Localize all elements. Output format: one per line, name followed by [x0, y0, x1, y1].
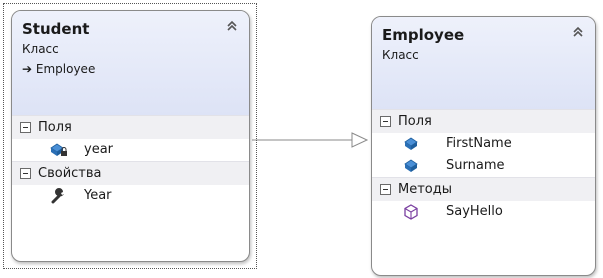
- inheritance-label: ➔ Employee: [22, 61, 249, 77]
- member-field[interactable]: FirstName: [372, 133, 595, 155]
- section-fields[interactable]: Поля: [372, 109, 595, 133]
- section-label: Свойства: [38, 166, 102, 181]
- member-name: Year: [84, 188, 112, 203]
- method-cube-icon: [404, 204, 418, 220]
- field-private-icon: [50, 143, 67, 156]
- arrow-right-icon: ➔: [22, 62, 33, 76]
- collapse-section-icon[interactable]: [20, 168, 31, 179]
- base-class-name: Employee: [35, 62, 96, 76]
- class-name: Student: [22, 20, 90, 38]
- class-student[interactable]: Student Класс ➔ Employee Поля year Свойс…: [11, 10, 250, 262]
- double-chevron-up-icon[interactable]: [571, 25, 585, 39]
- section-label: Методы: [398, 182, 452, 197]
- wrench-icon: [51, 188, 64, 204]
- section-label: Поля: [398, 114, 432, 129]
- member-name: FirstName: [446, 136, 512, 151]
- class-stereotype: Класс: [22, 42, 59, 56]
- section-methods[interactable]: Методы: [372, 177, 595, 201]
- class-header[interactable]: Student Класс ➔ Employee: [12, 11, 249, 115]
- class-stereotype: Класс: [382, 48, 419, 62]
- member-name: SayHello: [446, 204, 503, 219]
- section-label: Поля: [38, 120, 72, 135]
- member-method[interactable]: SayHello: [372, 201, 595, 223]
- class-name: Employee: [382, 26, 465, 44]
- collapse-section-icon[interactable]: [380, 184, 391, 195]
- collapse-section-icon[interactable]: [20, 122, 31, 133]
- member-property[interactable]: Year: [12, 185, 249, 207]
- class-employee[interactable]: Employee Класс Поля FirstName Surname Ме…: [371, 16, 596, 276]
- member-name: year: [84, 142, 114, 157]
- class-header[interactable]: Employee Класс: [372, 17, 595, 109]
- section-properties[interactable]: Свойства: [12, 161, 249, 185]
- section-fields[interactable]: Поля: [12, 115, 249, 139]
- field-icon: [404, 137, 418, 150]
- member-field[interactable]: year: [12, 139, 249, 161]
- collapse-section-icon[interactable]: [380, 116, 391, 127]
- field-icon: [404, 159, 418, 172]
- double-chevron-up-icon[interactable]: [225, 19, 239, 33]
- member-name: Surname: [446, 158, 505, 173]
- member-field[interactable]: Surname: [372, 155, 595, 177]
